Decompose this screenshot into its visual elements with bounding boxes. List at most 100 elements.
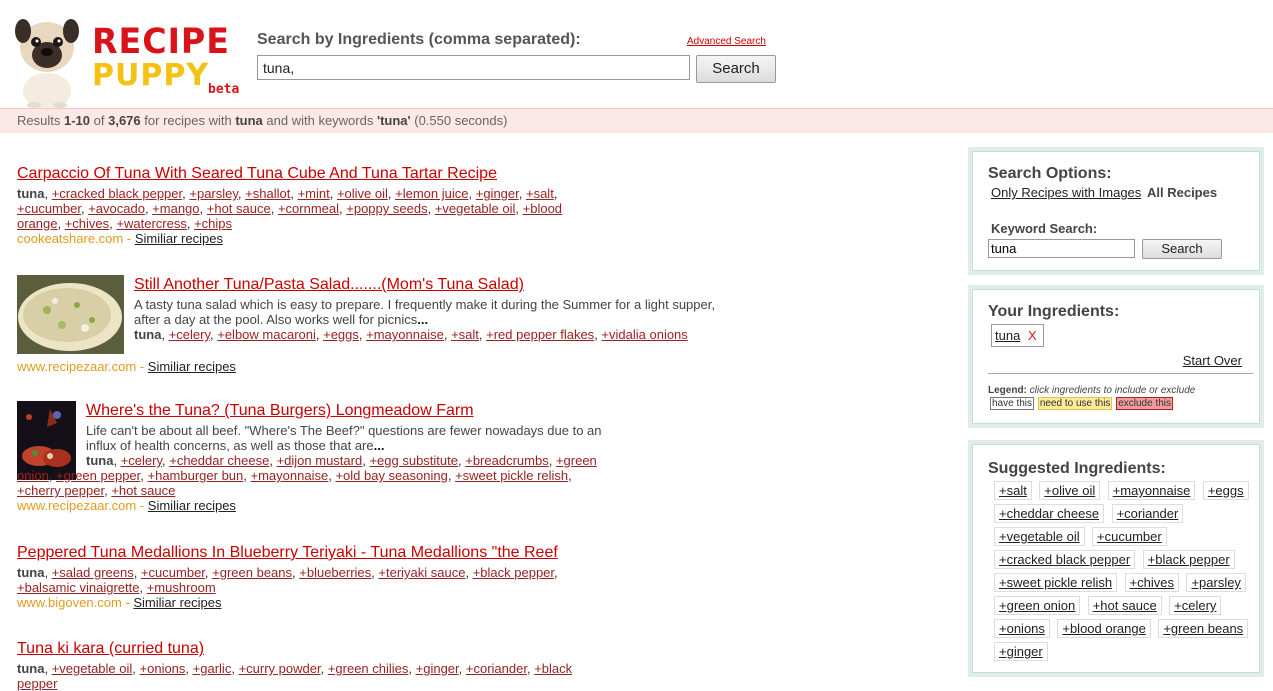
results-text1: for recipes with — [144, 113, 232, 128]
ingredient-link[interactable]: +red pepper flakes — [486, 327, 594, 342]
tuna-salad-thumbnail[interactable] — [17, 275, 124, 354]
suggested-ingredient-tag[interactable]: +green onion — [994, 596, 1081, 615]
advanced-search-link[interactable]: Advanced Search — [687, 36, 766, 47]
suggested-ingredient-tag[interactable]: +cucumber — [1092, 527, 1167, 546]
logo-recipe-text[interactable]: RECIPE — [92, 22, 230, 62]
suggested-ingredient-tag[interactable]: +green beans — [1158, 619, 1249, 638]
ingredient-link[interactable]: +olive oil — [337, 186, 388, 201]
ingredient-link[interactable]: +eggs — [323, 327, 359, 342]
ingredient-link[interactable]: +mango — [152, 201, 199, 216]
ingredient-link[interactable]: +chives — [65, 216, 109, 231]
results-total: 3,676 — [108, 113, 141, 128]
ingredient-link[interactable]: +avocado — [88, 201, 145, 216]
ingredient-link[interactable]: +egg substitute — [369, 453, 458, 468]
ingredient-link[interactable]: +vidalia onions — [601, 327, 687, 342]
suggested-ingredient-tag[interactable]: +cheddar cheese — [994, 504, 1105, 523]
suggested-ingredient-tag[interactable]: +coriander — [1111, 504, 1184, 523]
ingredient-link[interactable]: +shallot — [245, 186, 290, 201]
suggested-ingredient-tag[interactable]: +blood orange — [1057, 619, 1151, 638]
ingredient-link[interactable]: +celery — [169, 327, 210, 342]
ingredient-link[interactable]: +lemon juice — [395, 186, 468, 201]
ingredient-link[interactable]: +mayonnaise — [251, 468, 329, 483]
similar-recipes-link[interactable]: Similiar recipes — [148, 359, 236, 374]
ingredient-link[interactable]: +elbow macaroni — [217, 327, 316, 342]
ingredient-chip-label[interactable]: tuna — [995, 328, 1020, 343]
keyword-search-button[interactable]: Search — [1142, 239, 1222, 259]
ingredient-link[interactable]: +black pepper — [473, 565, 554, 580]
similar-recipes-link[interactable]: Similiar recipes — [133, 595, 221, 610]
ingredient-link[interactable]: +onions — [140, 661, 186, 676]
ingredient-link[interactable]: +mushroom — [147, 580, 216, 595]
ingredient-link[interactable]: +cracked black pepper — [52, 186, 182, 201]
ingredient-link[interactable]: +salt — [526, 186, 554, 201]
ingredient-link[interactable]: +cornmeal — [278, 201, 339, 216]
all-recipes-option[interactable]: All Recipes — [1147, 185, 1217, 200]
suggested-ingredient-tag[interactable]: +onions — [994, 619, 1050, 638]
suggested-ingredient-tag[interactable]: +ginger — [994, 642, 1048, 661]
ingredient-link[interactable]: +curry powder — [239, 661, 321, 676]
suggested-ingredient-tag[interactable]: +hot sauce — [1087, 596, 1162, 615]
ingredient-link[interactable]: +sweet pickle relish — [455, 468, 568, 483]
ingredient-link[interactable]: +old bay seasoning — [335, 468, 447, 483]
ingredient-link[interactable]: +mayonnaise — [366, 327, 444, 342]
ingredient-link[interactable]: +cucumber — [141, 565, 205, 580]
suggested-ingredient-tag[interactable]: +black pepper — [1142, 550, 1235, 569]
ingredient-link[interactable]: +parsley — [189, 186, 238, 201]
start-over-link[interactable]: Start Over — [1183, 353, 1242, 368]
ingredient-link[interactable]: +ginger — [476, 186, 519, 201]
pug-logo-icon[interactable] — [12, 13, 82, 108]
recipe-title-link[interactable]: Peppered Tuna Medallions In Blueberry Te… — [17, 543, 607, 562]
suggested-ingredient-tag[interactable]: +parsley — [1186, 573, 1246, 592]
remove-ingredient-icon[interactable]: X — [1028, 328, 1037, 343]
similar-recipes-link[interactable]: Similiar recipes — [135, 231, 223, 246]
suggested-ingredient-tag[interactable]: +eggs — [1202, 481, 1249, 500]
only-images-link[interactable]: Only Recipes with Images — [991, 185, 1141, 200]
ingredient-link[interactable]: +cherry pepper — [17, 483, 104, 498]
suggested-ingredient-tag[interactable]: +mayonnaise — [1107, 481, 1196, 500]
ingredient-link[interactable]: +hot sauce — [111, 483, 175, 498]
ingredient-link[interactable]: +teriyaki sauce — [378, 565, 465, 580]
ingredient-link[interactable]: +coriander — [466, 661, 527, 676]
ingredient-link[interactable]: +mint — [298, 186, 330, 201]
suggested-ingredient-tag[interactable]: +celery — [1169, 596, 1222, 615]
suggested-ingredient-tag[interactable]: +salt — [994, 481, 1032, 500]
ingredient-link[interactable]: +cheddar cheese — [169, 453, 269, 468]
recipe-source-line: cookeatshare.com - Similiar recipes — [17, 231, 223, 246]
ingredient-link[interactable]: +celery — [121, 453, 162, 468]
ingredient-link[interactable]: +hot sauce — [207, 201, 271, 216]
keyword-search-input[interactable] — [988, 239, 1135, 258]
ingredient-link[interactable]: +vegetable oil — [52, 661, 133, 676]
ingredient-link[interactable]: +vegetable oil — [435, 201, 516, 216]
suggested-ingredient-tag[interactable]: +olive oil — [1039, 481, 1101, 500]
suggested-ingredient-tag[interactable]: +chives — [1124, 573, 1179, 592]
ingredient-link[interactable]: +dijon mustard — [277, 453, 363, 468]
suggested-ingredient-tag[interactable]: +sweet pickle relish — [994, 573, 1118, 592]
base-ingredient: tuna — [17, 186, 45, 201]
ingredient-link[interactable]: +chips — [194, 216, 232, 231]
recipe-title-link[interactable]: Where's the Tuna? (Tuna Burgers) Longmea… — [86, 401, 607, 420]
ingredient-link[interactable]: +green pepper — [56, 468, 140, 483]
suggested-ingredient-tag[interactable]: +vegetable oil — [994, 527, 1085, 546]
recipe-title-link[interactable]: Carpaccio Of Tuna With Seared Tuna Cube … — [17, 164, 607, 183]
ingredient-link[interactable]: +breadcrumbs — [465, 453, 548, 468]
ingredient-link[interactable]: +green chilies — [328, 661, 409, 676]
ingredient-link[interactable]: +garlic — [193, 661, 232, 676]
ingredient-link[interactable]: +salad greens — [52, 565, 134, 580]
logo-puppy-text[interactable]: PUPPY — [92, 58, 209, 93]
suggested-ingredient-tag[interactable]: +cracked black pepper — [994, 550, 1136, 569]
ingredient-link[interactable]: +watercress — [116, 216, 186, 231]
ingredient-link[interactable]: +salt — [451, 327, 479, 342]
ingredient-link[interactable]: +hamburger bun — [148, 468, 244, 483]
base-ingredient: tuna — [17, 661, 45, 676]
similar-recipes-link[interactable]: Similiar recipes — [148, 498, 236, 513]
ingredient-link[interactable]: +ginger — [416, 661, 459, 676]
recipe-title-link[interactable]: Still Another Tuna/Pasta Salad.......(Mo… — [134, 275, 724, 294]
ingredient-search-input[interactable] — [257, 55, 690, 80]
ingredient-link[interactable]: +cucumber — [17, 201, 81, 216]
ingredient-link[interactable]: +green beans — [212, 565, 292, 580]
ingredient-link[interactable]: +poppy seeds — [346, 201, 427, 216]
search-button[interactable]: Search — [696, 55, 776, 83]
ingredient-link[interactable]: +blueberries — [299, 565, 371, 580]
ingredient-link[interactable]: +balsamic vinaigrette — [17, 580, 139, 595]
recipe-title-link[interactable]: Tuna ki kara (curried tuna) — [17, 639, 607, 658]
